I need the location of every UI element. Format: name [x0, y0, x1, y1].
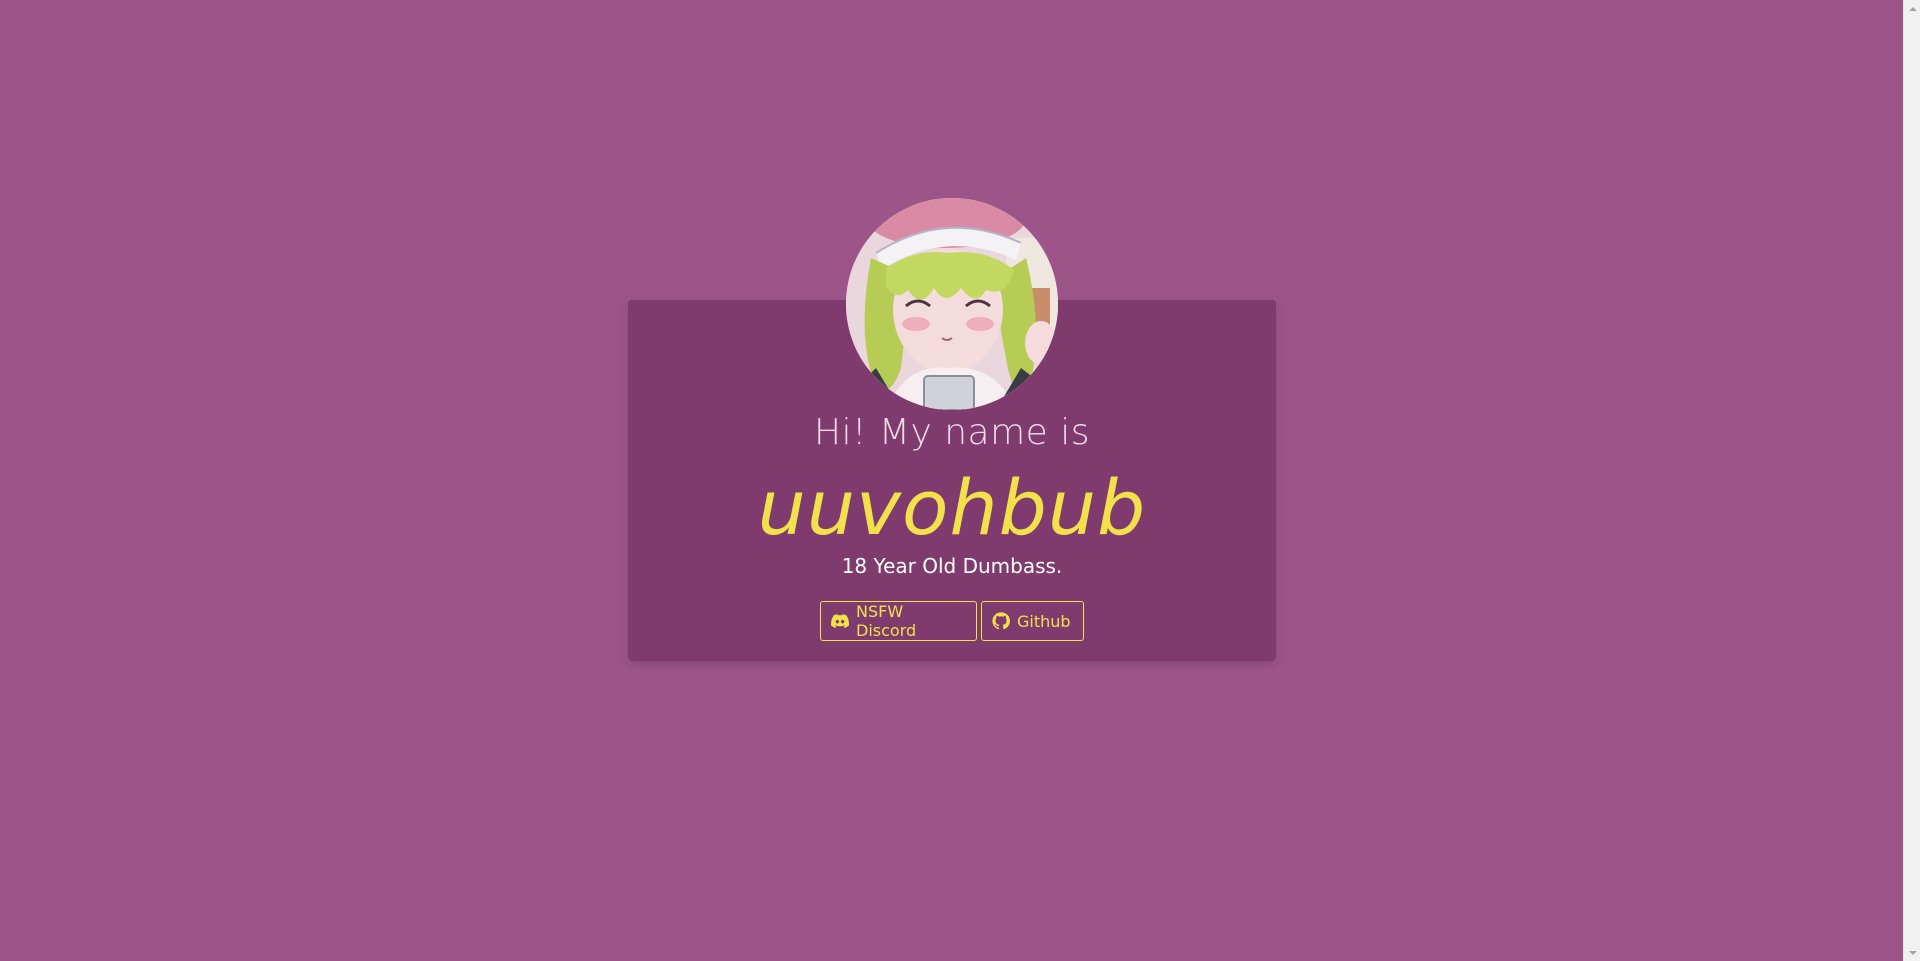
nsfw-discord-button[interactable]: NSFW Discord [820, 601, 977, 641]
page-background: Hi! My name is uuvohbub 18 Year Old Dumb… [0, 0, 1903, 961]
scroll-down-button[interactable] [1904, 944, 1920, 961]
greeting-text: Hi! My name is [813, 412, 1091, 453]
nsfw-discord-label: NSFW Discord [856, 602, 917, 640]
scroll-up-button[interactable] [1904, 0, 1920, 17]
github-button[interactable]: Github [981, 601, 1084, 641]
profile-tagline: 18 Year Old Dumbass. [841, 554, 1063, 578]
scroll-down-icon [1908, 950, 1917, 955]
github-icon [992, 612, 1010, 630]
avatar [846, 198, 1058, 410]
discord-icon [831, 612, 849, 630]
scroll-up-icon [1908, 6, 1917, 11]
social-links: NSFW Discord Github [628, 601, 1276, 641]
github-label: Github [1017, 611, 1071, 631]
vertical-scrollbar[interactable] [1903, 0, 1920, 961]
avatar-image [846, 198, 1058, 410]
profile-name: uuvohbub [757, 463, 1147, 552]
